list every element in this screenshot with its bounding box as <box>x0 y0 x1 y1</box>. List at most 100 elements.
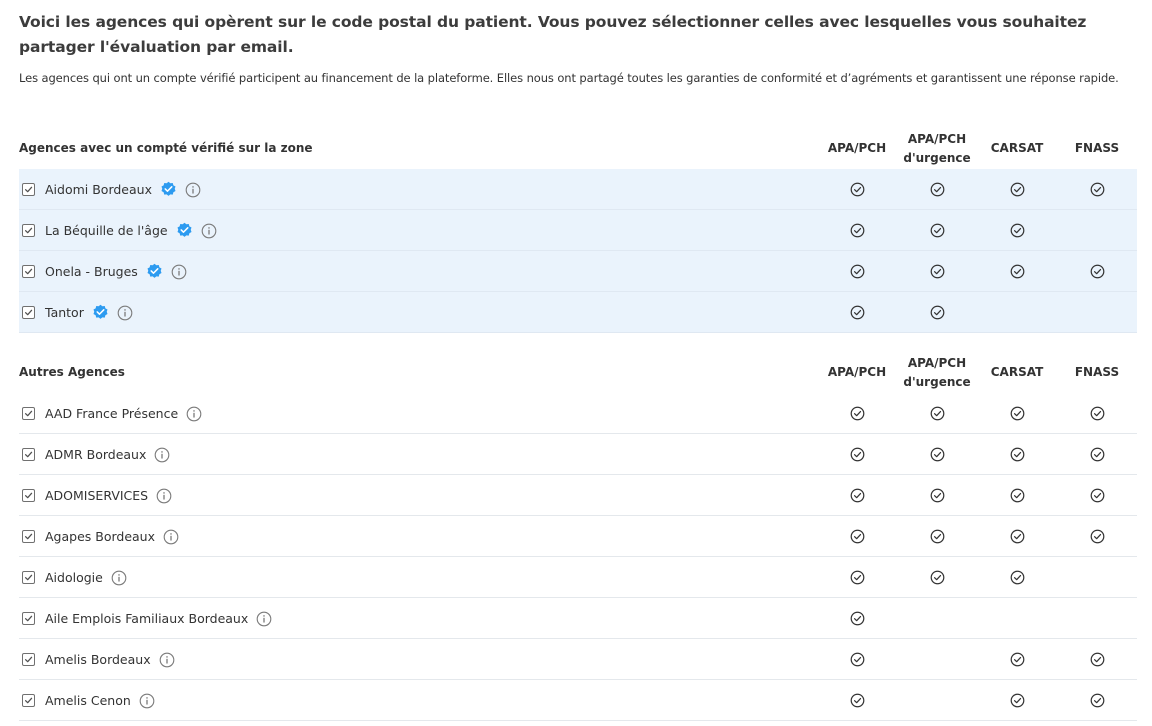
agency-label: Aile Emplois Familiaux Bordeaux <box>45 598 272 639</box>
agency-checkbox[interactable] <box>22 306 35 319</box>
check-circle-icon <box>1010 406 1025 421</box>
table-header: Agences avec un compté vérifié sur la zo… <box>19 128 1137 169</box>
agency-label: Amelis Bordeaux <box>45 639 175 680</box>
cell-apa-pch <box>817 169 897 210</box>
info-icon[interactable] <box>139 693 155 709</box>
cell-apa-pch-urgence <box>897 680 977 721</box>
table-row: La Béquille de l'âge <box>19 210 1137 251</box>
check-circle-icon <box>1090 488 1105 503</box>
check-circle-icon <box>850 406 865 421</box>
cell-fnass <box>1057 210 1137 251</box>
agency-label: AAD France Présence <box>45 393 202 434</box>
cell-apa-pch-urgence <box>897 557 977 598</box>
info-icon[interactable] <box>171 264 187 280</box>
check-circle-icon <box>1010 529 1025 544</box>
agency-checkbox[interactable] <box>22 571 35 584</box>
agency-checkbox[interactable] <box>22 448 35 461</box>
cell-apa-pch-urgence <box>897 251 977 292</box>
cell-apa-pch-urgence <box>897 292 977 333</box>
check-circle-icon <box>930 447 945 462</box>
cell-carsat <box>977 210 1057 251</box>
check-circle-icon <box>850 264 865 279</box>
check-circle-icon <box>1010 182 1025 197</box>
check-circle-icon <box>1010 223 1025 238</box>
cell-apa-pch <box>817 557 897 598</box>
agency-checkbox[interactable] <box>22 530 35 543</box>
cell-apa-pch <box>817 639 897 680</box>
cell-carsat <box>977 251 1057 292</box>
agency-checkbox[interactable] <box>22 407 35 420</box>
cell-apa-pch-urgence <box>897 169 977 210</box>
cell-apa-pch <box>817 475 897 516</box>
agency-label: Aidologie <box>45 557 127 598</box>
intro-title: Voici les agences qui opèrent sur le cod… <box>19 13 1087 56</box>
cell-apa-pch-urgence <box>897 393 977 434</box>
other-agencies-table: Autres Agences APA/PCH APA/PCH d'urgence… <box>19 352 1137 721</box>
cell-apa-pch-urgence <box>897 434 977 475</box>
check-circle-icon <box>850 182 865 197</box>
verified-agencies-table: Agences avec un compté vérifié sur la zo… <box>19 128 1137 333</box>
cell-carsat <box>977 680 1057 721</box>
info-icon[interactable] <box>156 488 172 504</box>
agency-name: Aile Emplois Familiaux Bordeaux <box>45 611 249 626</box>
info-icon[interactable] <box>117 305 133 321</box>
table-row: Amelis Cenon <box>19 680 1137 721</box>
table-row: Aile Emplois Familiaux Bordeaux <box>19 598 1137 639</box>
cell-carsat <box>977 475 1057 516</box>
check-circle-icon <box>850 693 865 708</box>
cell-apa-pch-urgence <box>897 639 977 680</box>
agency-checkbox[interactable] <box>22 489 35 502</box>
agency-label: Amelis Cenon <box>45 680 155 721</box>
agency-label: Onela - Bruges <box>45 251 187 292</box>
agency-name: Amelis Bordeaux <box>45 652 151 667</box>
info-icon[interactable] <box>186 406 202 422</box>
info-icon[interactable] <box>111 570 127 586</box>
check-circle-icon <box>930 488 945 503</box>
agency-name: La Béquille de l'âge <box>45 223 168 238</box>
agency-checkbox[interactable] <box>22 694 35 707</box>
check-circle-icon <box>1010 488 1025 503</box>
info-icon[interactable] <box>256 611 272 627</box>
cell-carsat <box>977 639 1057 680</box>
info-icon[interactable] <box>154 447 170 463</box>
agency-label: Agapes Bordeaux <box>45 516 179 557</box>
table-row: Agapes Bordeaux <box>19 516 1137 557</box>
table-row: Aidomi Bordeaux <box>19 169 1137 210</box>
column-header-carsat: CARSAT <box>990 141 1044 155</box>
agency-checkbox[interactable] <box>22 224 35 237</box>
agency-name: Agapes Bordeaux <box>45 529 156 544</box>
cell-fnass <box>1057 639 1137 680</box>
table-header: Autres Agences APA/PCH APA/PCH d'urgence… <box>19 352 1137 393</box>
cell-apa-pch <box>817 434 897 475</box>
table-row: Onela - Bruges <box>19 251 1137 292</box>
info-icon[interactable] <box>159 652 175 668</box>
check-circle-icon <box>850 652 865 667</box>
table-row: ADMR Bordeaux <box>19 434 1137 475</box>
cell-carsat <box>977 598 1057 639</box>
cell-apa-pch <box>817 680 897 721</box>
info-icon[interactable] <box>163 529 179 545</box>
check-circle-icon <box>1090 529 1105 544</box>
check-circle-icon <box>850 529 865 544</box>
table-row: Aidologie <box>19 557 1137 598</box>
check-circle-icon <box>930 406 945 421</box>
cell-fnass <box>1057 169 1137 210</box>
column-header-apa-pch: APA/PCH <box>827 365 887 379</box>
agency-checkbox[interactable] <box>22 183 35 196</box>
info-icon[interactable] <box>185 182 201 198</box>
cell-carsat <box>977 169 1057 210</box>
verified-badge-icon <box>176 222 193 239</box>
intro-text: Les agences qui ont un compte vérifié pa… <box>19 71 1119 85</box>
cell-fnass <box>1057 475 1137 516</box>
cell-apa-pch-urgence <box>897 598 977 639</box>
verified-badge-icon <box>92 304 109 321</box>
agency-checkbox[interactable] <box>22 612 35 625</box>
check-circle-icon <box>850 223 865 238</box>
agency-checkbox[interactable] <box>22 653 35 666</box>
info-icon[interactable] <box>201 223 217 239</box>
agency-label: Aidomi Bordeaux <box>45 169 201 210</box>
agency-checkbox[interactable] <box>22 265 35 278</box>
check-circle-icon <box>1010 693 1025 708</box>
cell-carsat <box>977 557 1057 598</box>
check-circle-icon <box>930 305 945 320</box>
